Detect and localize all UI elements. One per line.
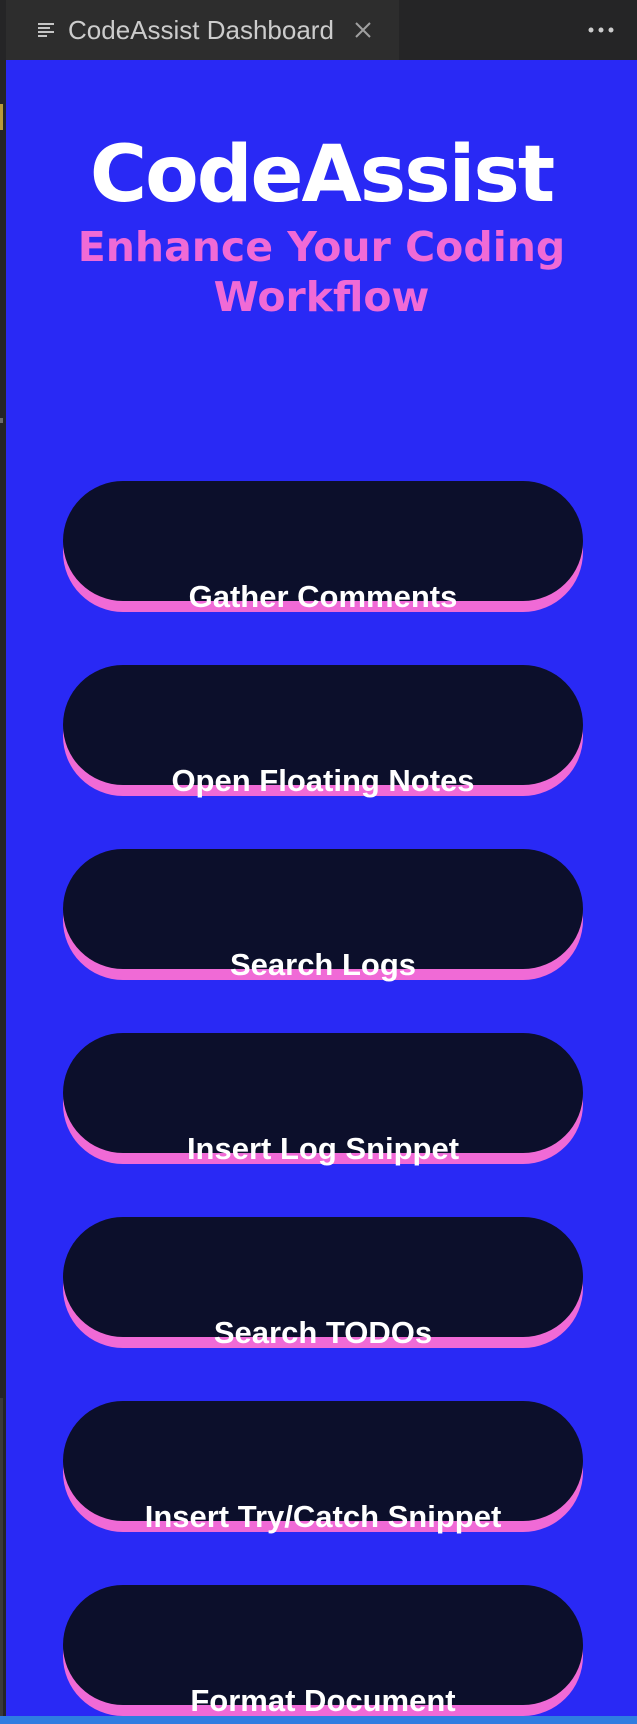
button-label[interactable]: Format Document: [63, 1683, 583, 1719]
tab-bar: CodeAssist Dashboard: [6, 0, 637, 60]
tab-codeassist-dashboard[interactable]: CodeAssist Dashboard: [6, 0, 399, 60]
page-subtitle: Enhance Your Coding Workflow: [77, 223, 566, 321]
button-label[interactable]: Insert Try/Catch Snippet: [63, 1499, 583, 1535]
button-label[interactable]: Insert Log Snippet: [63, 1131, 583, 1167]
button-label[interactable]: Gather Comments: [63, 579, 583, 615]
button-label[interactable]: Open Floating Notes: [63, 763, 583, 799]
button-label[interactable]: Search Logs: [63, 947, 583, 983]
search-todos-button[interactable]: Search TODOs: [63, 1217, 583, 1351]
page-title: CodeAssist: [89, 130, 555, 220]
button-label[interactable]: Search TODOs: [63, 1315, 583, 1351]
dashboard-panel: CodeAssist Enhance Your Coding Workflow …: [6, 60, 637, 1724]
preview-lines-icon: [38, 21, 56, 39]
gutter-indicator: [0, 104, 3, 130]
status-bar-edge: [0, 1716, 637, 1724]
close-icon[interactable]: [352, 19, 374, 41]
ellipsis-icon[interactable]: [583, 12, 619, 48]
format-document-button[interactable]: Format Document: [63, 1585, 583, 1719]
tab-title: CodeAssist Dashboard: [68, 14, 334, 45]
search-logs-button[interactable]: Search Logs: [63, 849, 583, 983]
gutter-indicator: [0, 418, 3, 423]
gather-comments-button[interactable]: Gather Comments: [63, 481, 583, 615]
gutter-indicator: [0, 1398, 3, 1724]
insert-try-catch-snippet-button[interactable]: Insert Try/Catch Snippet: [63, 1401, 583, 1535]
open-floating-notes-button[interactable]: Open Floating Notes: [63, 665, 583, 799]
editor-window: CodeAssist Dashboard CodeAssist Enhance …: [0, 0, 637, 1724]
insert-log-snippet-button[interactable]: Insert Log Snippet: [63, 1033, 583, 1167]
action-list: Gather Comments Open Floating Notes Sear…: [63, 481, 583, 1724]
